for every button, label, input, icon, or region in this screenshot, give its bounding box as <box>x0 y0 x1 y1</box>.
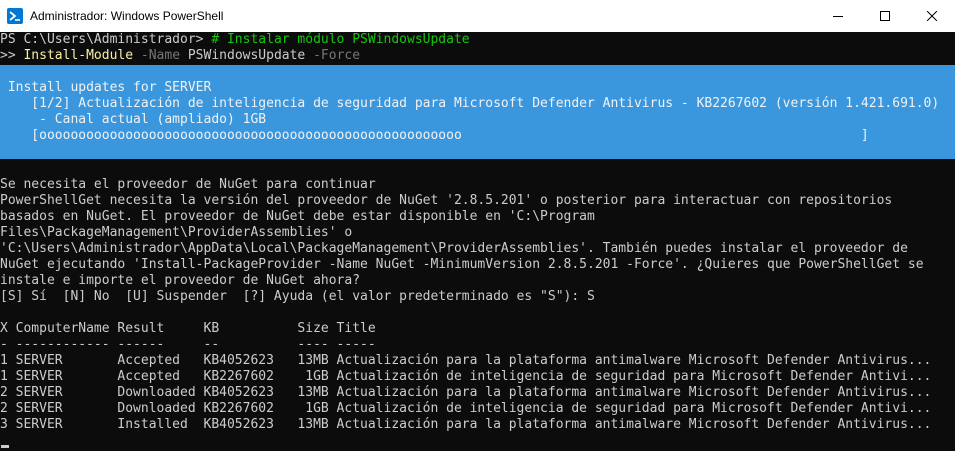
nuget-prompt-title: Se necesita el proveedor de NuGet para c… <box>0 177 376 192</box>
parameter-name: -Name <box>133 48 181 63</box>
minimize-icon <box>833 16 843 17</box>
table-row: 3 SERVER Installed KB4052623 13MB Actual… <box>0 417 932 432</box>
progress-heading: Install updates for SERVER <box>0 80 212 95</box>
table-row: 1 SERVER Accepted KB4052623 13MB Actuali… <box>0 353 932 368</box>
progress-status: - Canal actual (ampliado) 1GB <box>0 112 267 127</box>
table-row: 2 SERVER Downloaded KB2267602 1GB Actual… <box>0 401 932 416</box>
nuget-prompt-line: instale e importe el proveedor de NuGet … <box>0 273 361 288</box>
command-comment: # Instalar módulo PSWindowsUpdate <box>211 32 470 47</box>
title-bar[interactable]: Administrador: Windows PowerShell <box>0 0 955 32</box>
cmdlet-name: Install-Module <box>23 48 134 63</box>
window-title: Administrador: Windows PowerShell <box>30 9 224 23</box>
powershell-icon <box>7 8 23 24</box>
choice-line: [S] Sí [N] No [U] Suspender [?] Ayuda (e… <box>0 289 595 304</box>
maximize-button[interactable] <box>862 0 908 32</box>
parameter-value: PSWindowsUpdate <box>180 48 306 63</box>
text-cursor <box>1 445 9 448</box>
maximize-icon <box>880 11 890 21</box>
progress-panel: Install updates for SERVER [1/2] Actuali… <box>0 65 955 159</box>
parameter-force: -Force <box>305 48 361 63</box>
nuget-prompt-line: 'C:\Users\Administrador\AppData\Local\Pa… <box>0 241 908 256</box>
progress-activity: [1/2] Actualización de inteligencia de s… <box>0 96 940 111</box>
nuget-prompt-line: basados en NuGet. El proveedor de NuGet … <box>0 209 595 224</box>
command-line: >> Install-Module -Name PSWindowsUpdate … <box>0 48 360 64</box>
progress-bar: [ooooooooooooooooooooooooooooooooooooooo… <box>0 128 869 143</box>
nuget-prompt-line: NuGet ejecutando 'Install-PackageProvide… <box>0 257 924 272</box>
table-header: X ComputerName Result KB Size Title <box>0 321 376 336</box>
table-row: 2 SERVER Downloaded KB4052623 13MB Actua… <box>0 385 932 400</box>
close-icon <box>927 11 937 21</box>
minimize-button[interactable] <box>815 0 861 32</box>
close-button[interactable] <box>909 0 955 32</box>
nuget-prompt-line: PowerShellGet necesita la versión del pr… <box>0 193 893 208</box>
table-separator: - ------------ ------ -- ---- ----- <box>0 337 376 352</box>
table-row: 1 SERVER Accepted KB2267602 1GB Actualiz… <box>0 369 932 384</box>
prompt-prefix: PS C:\Users\Administrador> <box>0 32 212 47</box>
nuget-prompt-line: Files\PackageManagement\ProviderAssembli… <box>0 225 353 240</box>
prompt-line: PS C:\Users\Administrador> # Instalar mó… <box>0 32 470 48</box>
continuation-prompt: >> <box>0 48 24 63</box>
console-output[interactable]: PS C:\Users\Administrador> # Instalar mó… <box>0 32 955 451</box>
